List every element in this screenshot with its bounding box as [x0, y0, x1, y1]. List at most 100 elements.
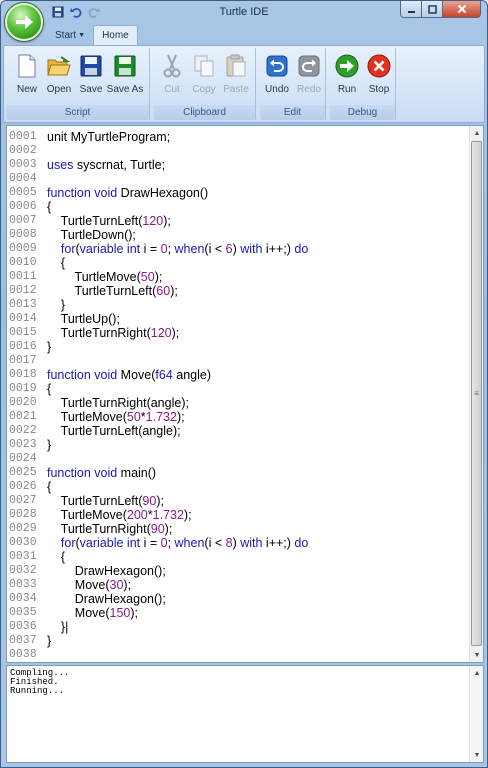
paste-button[interactable]: Paste	[221, 50, 251, 100]
code-line: {	[47, 480, 51, 494]
text-token: TurtleUp();	[47, 312, 120, 326]
line-number: 0007	[9, 214, 37, 227]
text-token: );	[156, 494, 164, 508]
undo-icon	[265, 53, 289, 79]
undo-button[interactable]: Undo	[262, 50, 292, 100]
text-token: );	[123, 578, 132, 592]
maximize-button[interactable]	[422, 1, 443, 18]
cut-button[interactable]: Cut	[157, 50, 187, 100]
code-line: DrawHexagon();	[47, 564, 166, 578]
text-token: TurtleTurnLeft(	[47, 284, 157, 298]
code-line: for(variable int i = 0; when(i < 8) with…	[47, 536, 308, 550]
paste-button-label: Paste	[223, 84, 249, 95]
text-token: }|	[47, 620, 69, 634]
tab-home[interactable]: Home	[93, 25, 138, 45]
editor-vertical-scrollbar[interactable]: ▲ ≡ ▼	[469, 126, 483, 662]
run-arrow-icon	[335, 53, 359, 79]
text-token: ;	[167, 536, 175, 550]
text-token: );	[170, 284, 178, 298]
open-button[interactable]: Open	[44, 50, 74, 100]
copy-button[interactable]: Copy	[189, 50, 219, 100]
text-token: TurtleTurnRight(angle);	[47, 396, 189, 410]
line-number: 0020	[9, 396, 37, 409]
line-number: 0038	[9, 648, 37, 661]
line-number: 0036	[9, 620, 37, 633]
text-token: {	[47, 256, 66, 270]
text-token: );	[176, 410, 185, 424]
number-token: 120	[142, 214, 164, 228]
number-token: 90	[142, 494, 157, 508]
text-token: TurtleDown();	[47, 228, 136, 242]
application-menu-button[interactable]	[5, 3, 43, 41]
text-token: (i <	[204, 242, 226, 256]
line-number: 0035	[9, 606, 37, 619]
run-button-label: Run	[337, 84, 357, 95]
code-line: TurtleTurnLeft(angle);	[47, 424, 181, 438]
line-number: 0026	[9, 480, 37, 493]
group-script-label: Script	[6, 105, 149, 120]
close-button[interactable]	[443, 1, 481, 18]
number-token: 1.732	[145, 410, 177, 424]
editor-scroll-thumb[interactable]: ≡	[471, 141, 482, 646]
code-line: TurtleMove(200*1.732);	[47, 508, 192, 522]
output-scroll-down-arrow-icon[interactable]: ▼	[470, 748, 483, 762]
number-token: 1.732	[152, 508, 184, 522]
code-line: TurtleTurnLeft(120);	[47, 214, 171, 228]
tab-start-label: Start	[55, 29, 77, 41]
save-as-button-label: Save As	[106, 84, 144, 95]
new-button[interactable]: New	[12, 50, 42, 100]
save-as-button[interactable]: Save As	[107, 50, 143, 100]
close-icon	[457, 4, 466, 14]
stop-x-icon	[367, 53, 391, 79]
run-button[interactable]: Run	[332, 50, 362, 100]
line-number: 0025	[9, 466, 37, 479]
code-line: function void DrawHexagon()	[47, 186, 208, 200]
code-editor[interactable]: 0001 unit MyTurtleProgram; 0002 0003 uses sy…	[6, 125, 484, 663]
number-token: 150	[109, 606, 131, 620]
line-number: 0029	[9, 522, 37, 535]
maximize-icon	[427, 4, 437, 14]
copy-button-label: Copy	[192, 84, 216, 95]
line-number: 0030	[9, 536, 37, 549]
text-token: DrawHexagon()	[117, 186, 209, 200]
text-token: TurtleTurnLeft(angle);	[47, 424, 181, 438]
code-line: {	[47, 382, 51, 396]
text-token: );	[163, 214, 171, 228]
line-number: 0008	[9, 228, 37, 241]
text-token: TurtleTurnLeft(	[47, 214, 143, 228]
code-line: {	[47, 200, 51, 214]
code-line: for(variable int i = 0; when(i < 6) with…	[47, 242, 308, 256]
number-token: 50	[140, 270, 155, 284]
number-token: 120	[150, 326, 172, 340]
keyword-token: for	[60, 242, 76, 256]
keyword-token: when	[174, 536, 205, 550]
redo-button[interactable]: Redo	[294, 50, 324, 100]
line-number: 0006	[9, 200, 37, 213]
text-token: i++;)	[262, 242, 295, 256]
code-line: }	[47, 634, 51, 648]
line-number: 0005	[9, 186, 37, 199]
code-line: }|	[47, 620, 68, 634]
output-console[interactable]: Compling... Finished. Running... ▲ ▼	[6, 665, 484, 763]
output-vertical-scrollbar[interactable]: ▲ ▼	[469, 666, 483, 762]
code-line: {	[47, 550, 65, 564]
line-number: 0023	[9, 438, 37, 451]
title-bar: Turtle IDE	[1, 1, 487, 23]
minimize-button[interactable]	[400, 1, 422, 18]
keyword-token: with	[240, 536, 263, 550]
output-scroll-up-arrow-icon[interactable]: ▲	[470, 666, 483, 680]
line-number: 0011	[9, 270, 37, 283]
line-number: 0003	[9, 158, 37, 171]
text-token: }	[47, 340, 52, 354]
text-token: }	[47, 438, 52, 452]
scroll-up-arrow-icon[interactable]: ▲	[470, 126, 483, 140]
save-button[interactable]: Save	[76, 50, 106, 100]
keyword-token: do	[294, 242, 309, 256]
line-number: 0037	[9, 634, 37, 647]
tab-start[interactable]: Start ▼	[47, 25, 93, 45]
stop-button[interactable]: Stop	[364, 50, 394, 100]
text-token: angle)	[172, 368, 212, 382]
scroll-down-arrow-icon[interactable]: ▼	[470, 648, 483, 662]
text-token: syscrnat, Turtle;	[73, 158, 166, 172]
text-token: }	[47, 298, 66, 312]
